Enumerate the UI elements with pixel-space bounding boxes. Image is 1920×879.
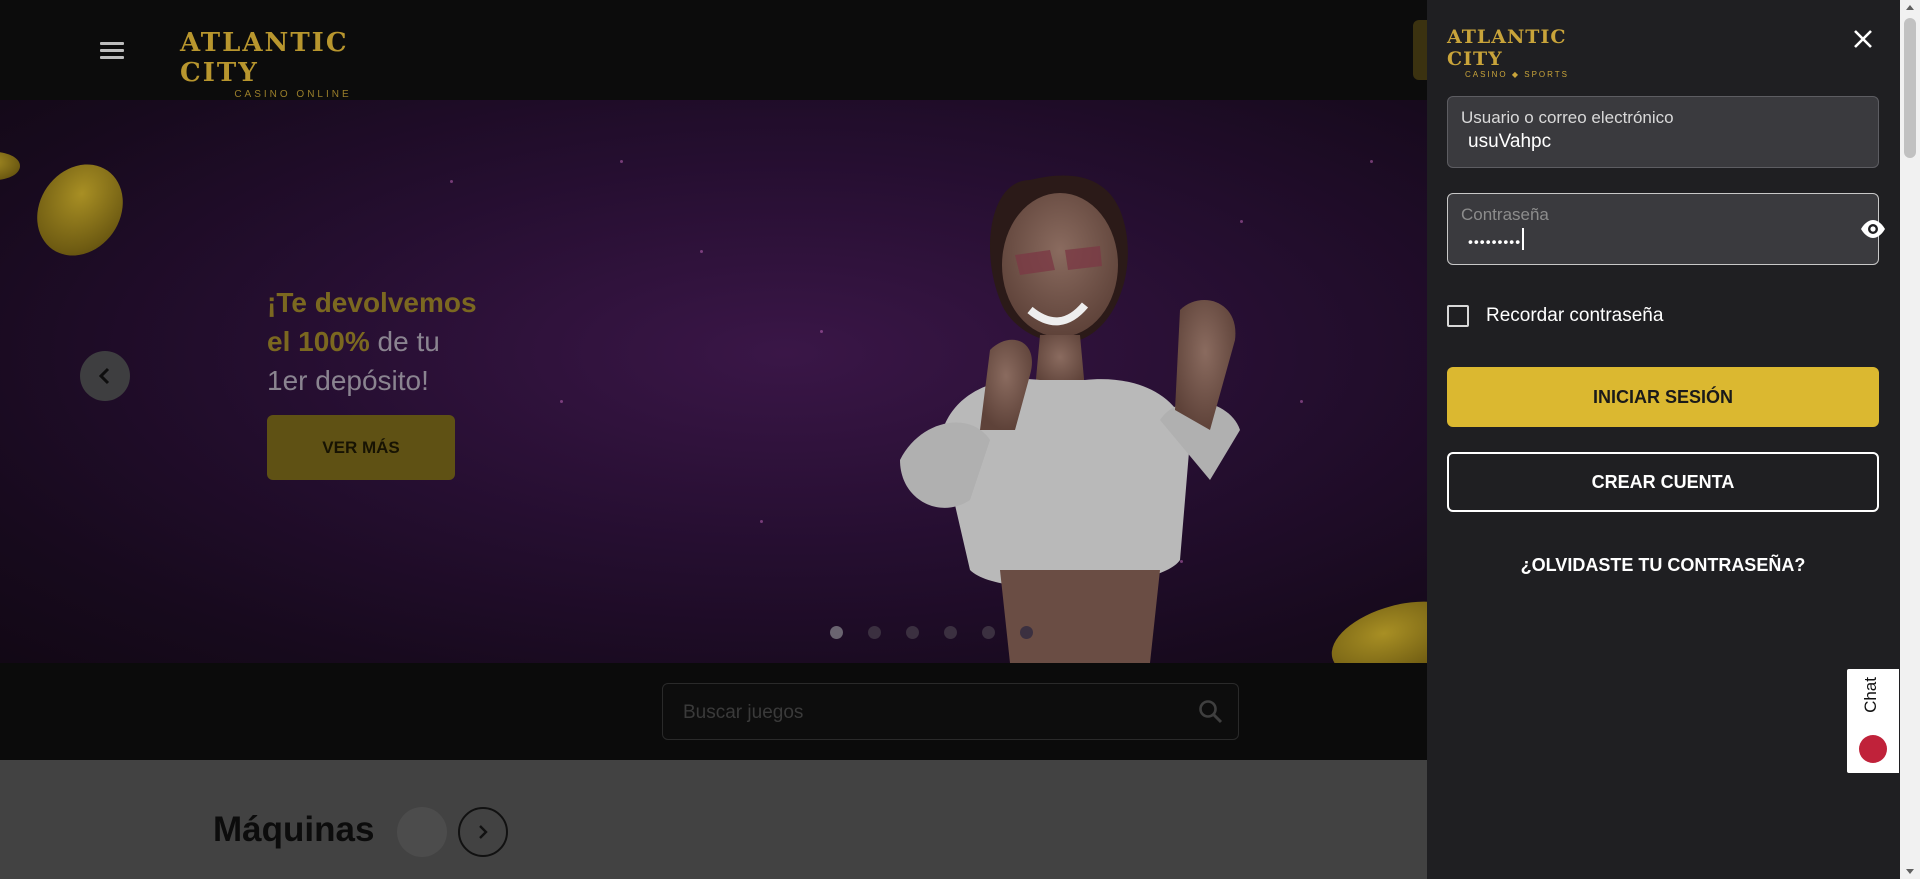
coin-graphic [1323, 588, 1427, 663]
site-logo[interactable]: ATLANTIC CITY CASINO ONLINE [180, 28, 406, 100]
slider-prev-button[interactable] [80, 351, 130, 401]
section-prev-button[interactable] [397, 807, 447, 857]
chevron-left-icon [98, 367, 110, 385]
logo-subtitle: CASINO ONLINE [234, 89, 352, 100]
drawer-logo: ATLANTIC CITY CASINO ◆ SPORTS [1447, 26, 1587, 79]
login-button[interactable]: INICIAR SESIÓN [1447, 367, 1879, 427]
section-title: Máquinas [213, 810, 375, 849]
login-drawer: ATLANTIC CITY CASINO ◆ SPORTS Usuario o … [1427, 0, 1900, 879]
slider-dot[interactable] [830, 626, 843, 639]
create-account-button[interactable]: CREAR CUENTA [1447, 452, 1879, 512]
games-section: Máquinas [0, 760, 1427, 879]
hero-headline: ¡Te devolvemos el 100% de tu 1er depósit… [267, 283, 527, 400]
page-scrollbar[interactable] [1900, 0, 1920, 879]
remember-label: Recordar contraseña [1486, 305, 1664, 326]
username-value: usuVahpc [1468, 131, 1552, 152]
username-label: Usuario o correo electrónico [1461, 108, 1674, 127]
search-placeholder: Buscar juegos [683, 702, 804, 723]
slider-dot[interactable] [906, 626, 919, 639]
remember-password-checkbox[interactable]: Recordar contraseña [1447, 305, 1663, 327]
hero-highlight-1: ¡Te devolvemos [267, 287, 477, 318]
eye-icon[interactable] [1859, 218, 1887, 240]
slider-dot[interactable] [982, 626, 995, 639]
menu-icon[interactable] [100, 38, 126, 62]
slider-dot[interactable] [868, 626, 881, 639]
forgot-password-link[interactable]: ¿OLVIDASTE TU CONTRASEÑA? [1447, 555, 1879, 576]
password-value: ••••••••• [1468, 228, 1525, 254]
drawer-logo-subtitle: CASINO ◆ SPORTS [1464, 70, 1570, 79]
checkbox-box[interactable] [1447, 305, 1469, 327]
search-icon[interactable] [1198, 699, 1224, 725]
username-field[interactable]: Usuario o correo electrónico usuVahpc [1447, 96, 1879, 168]
logo-title: ATLANTIC CITY [180, 28, 349, 88]
game-search-input[interactable]: Buscar juegos [662, 683, 1239, 740]
slider-dot[interactable] [1020, 626, 1033, 639]
hero-banner: ¡Te devolvemos el 100% de tu 1er depósit… [0, 100, 1427, 663]
slider-dot[interactable] [944, 626, 957, 639]
drawer-logo-title: ATLANTIC CITY [1447, 26, 1567, 70]
chat-widget[interactable]: Chat [1847, 669, 1899, 773]
hero-highlight-2: el 100% [267, 326, 370, 357]
coin-graphic [0, 152, 20, 180]
chat-label: Chat [1861, 677, 1880, 713]
close-icon[interactable] [1850, 26, 1876, 52]
promo-woman-image [900, 175, 1240, 663]
section-next-button[interactable] [458, 807, 508, 857]
hero-text-2: 1er depósito! [267, 365, 429, 396]
chevron-right-icon [479, 825, 488, 839]
password-label: Contraseña [1461, 205, 1549, 224]
ver-mas-button[interactable]: VER MÁS [267, 415, 455, 480]
hero-text-1: de tu [369, 326, 440, 357]
coin-graphic [19, 147, 141, 273]
password-field[interactable]: Contraseña ••••••••• [1447, 193, 1885, 265]
slider-dots [830, 626, 1033, 639]
scroll-up-arrow[interactable] [1906, 5, 1914, 10]
scrollbar-thumb[interactable] [1904, 18, 1916, 158]
scroll-down-arrow[interactable] [1906, 869, 1914, 874]
chat-bubble-icon [1859, 735, 1887, 763]
search-band: Buscar juegos [0, 663, 1427, 760]
